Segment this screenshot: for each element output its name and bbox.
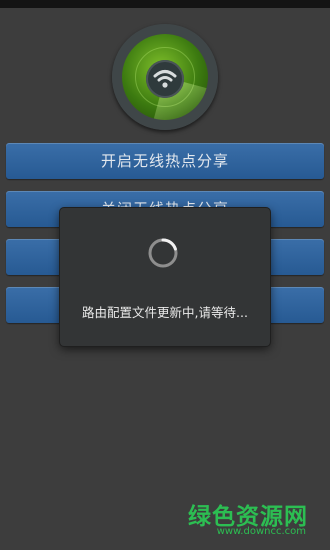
progress-dialog: 路由配置文件更新中,请等待... [60, 208, 270, 346]
dialog-message: 路由配置文件更新中,请等待... [82, 305, 248, 320]
wifi-icon [146, 60, 184, 98]
watermark-url: www.downcc.com [216, 526, 306, 537]
loading-spinner-icon [147, 237, 179, 269]
radar-wifi-icon [112, 24, 218, 130]
start-hotspot-button[interactable]: 开启无线热点分享 [6, 143, 324, 179]
status-bar [0, 0, 330, 8]
radar-screen [122, 34, 208, 120]
